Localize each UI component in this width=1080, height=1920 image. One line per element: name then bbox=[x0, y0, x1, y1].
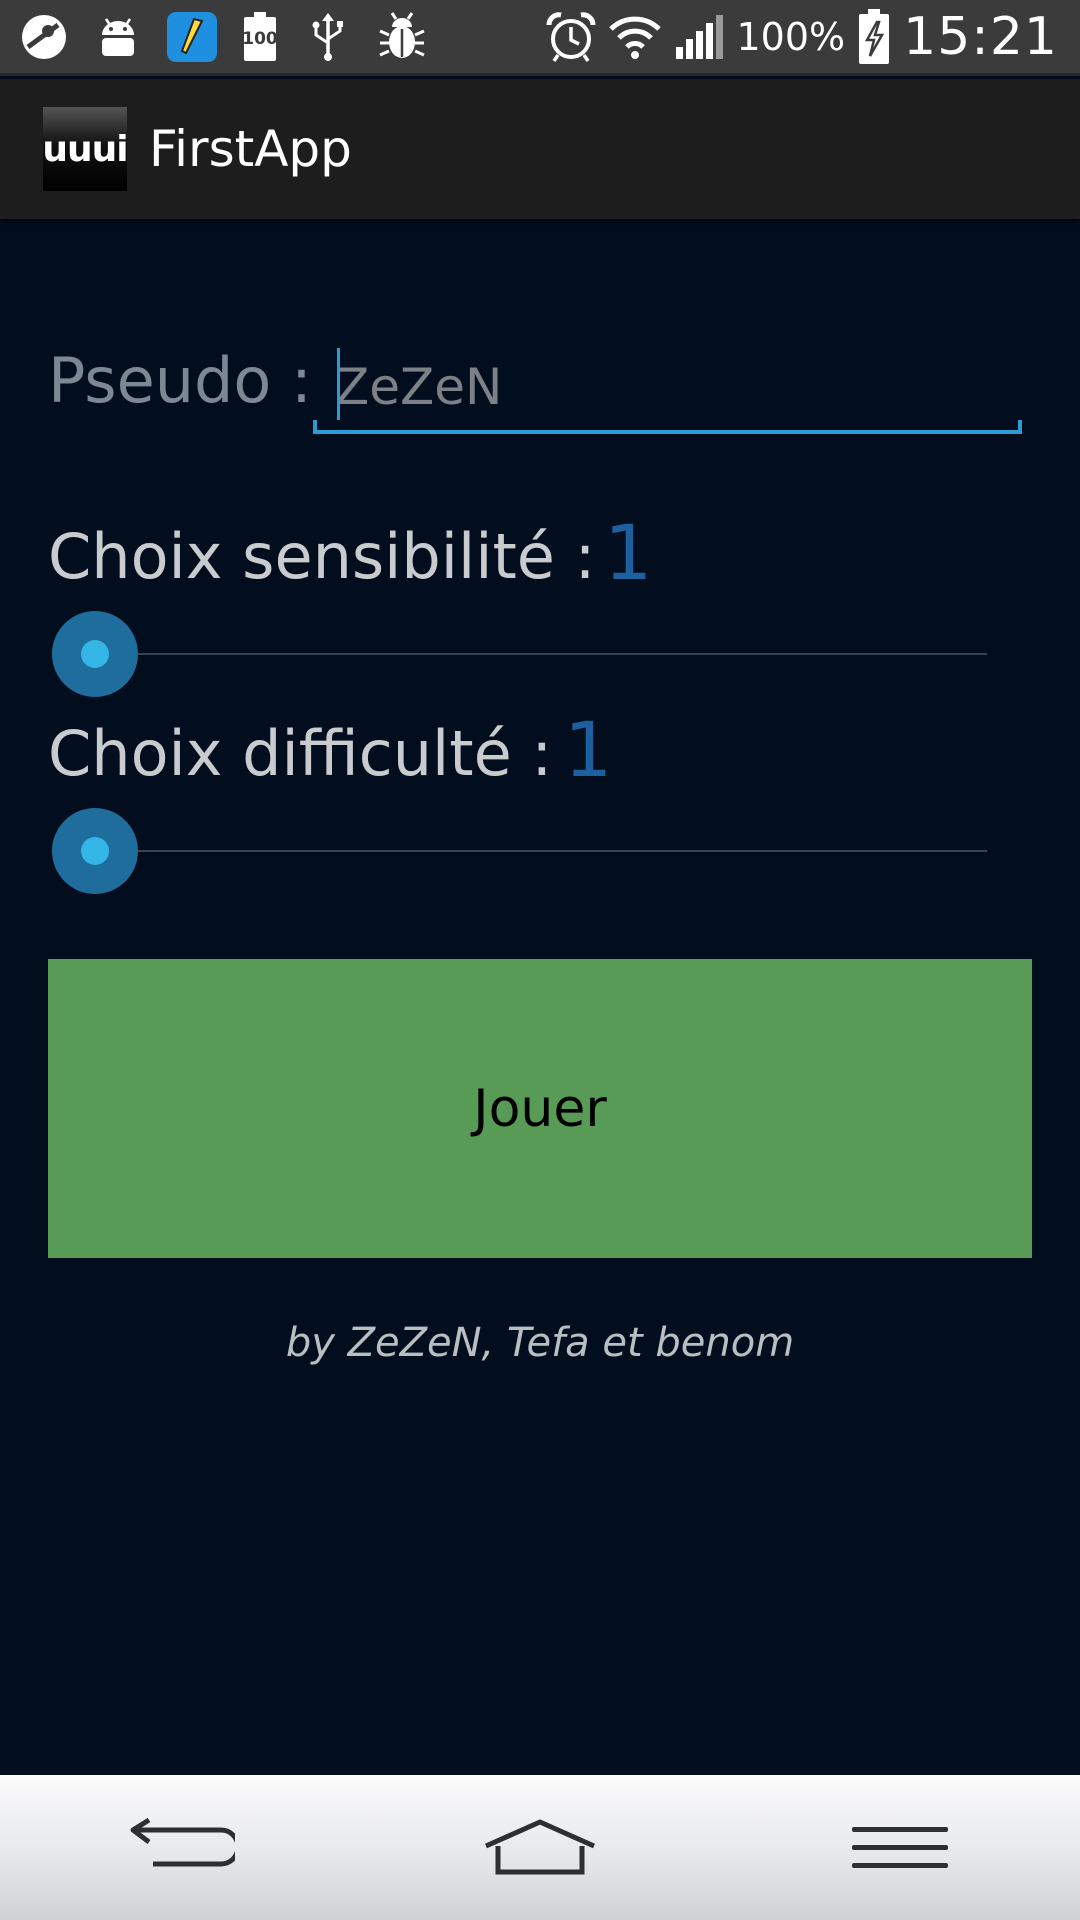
sketch-app-icon bbox=[167, 11, 217, 62]
battery-100-icon: 100 bbox=[240, 11, 280, 63]
credits-text: by ZeZeN, Tefa et benom bbox=[285, 1320, 795, 1366]
home-icon bbox=[484, 1819, 596, 1874]
cell-signal-icon bbox=[675, 14, 723, 59]
app-logo-text: uuui bbox=[42, 128, 128, 170]
clock-time: 15:21 bbox=[903, 6, 1058, 67]
alarm-clock-icon bbox=[546, 11, 595, 62]
pseudo-input[interactable] bbox=[335, 352, 995, 422]
battery-widget-text: 100 bbox=[242, 28, 278, 49]
sensitivity-seekbar[interactable] bbox=[52, 609, 987, 699]
back-icon bbox=[130, 1817, 235, 1866]
pseudo-field[interactable] bbox=[313, 340, 1022, 434]
seekbar-thumb-center bbox=[81, 837, 109, 865]
home-button[interactable] bbox=[470, 1798, 610, 1898]
android-icon bbox=[102, 17, 134, 56]
usb-icon bbox=[312, 12, 343, 61]
battery-charging-icon bbox=[859, 8, 890, 64]
seekbar-track bbox=[92, 850, 987, 852]
system-status: 100% 15:21 bbox=[533, 0, 1059, 73]
status-bar: 100 100% 15:21 bbox=[0, 0, 1080, 76]
battery-percent: 100% bbox=[736, 14, 846, 59]
menu-icon bbox=[852, 1826, 948, 1868]
sensitivity-label: Choix sensibilité : bbox=[48, 520, 596, 593]
sensitivity-value: 1 bbox=[604, 508, 653, 597]
field-underline-left-tick bbox=[313, 420, 317, 434]
web-browser-icon bbox=[22, 14, 66, 59]
pseudo-label: Pseudo : bbox=[48, 344, 312, 417]
app-logo[interactable]: uuui bbox=[42, 107, 129, 191]
field-underline bbox=[313, 430, 1022, 434]
action-bar: uuui FirstApp bbox=[0, 79, 1080, 219]
back-button[interactable] bbox=[110, 1798, 250, 1898]
play-button[interactable]: Jouer bbox=[48, 959, 1032, 1258]
seekbar-thumb-center bbox=[81, 640, 109, 668]
text-cursor bbox=[337, 348, 340, 420]
field-underline-right-tick bbox=[1018, 420, 1022, 434]
notification-icons: 100 bbox=[18, 0, 450, 73]
app-title: FirstApp bbox=[149, 120, 352, 178]
seekbar-track bbox=[92, 653, 987, 655]
menu-button[interactable] bbox=[830, 1798, 970, 1898]
difficulty-label: Choix difficulté : bbox=[48, 717, 553, 790]
difficulty-value: 1 bbox=[564, 705, 613, 794]
difficulty-seekbar[interactable] bbox=[52, 806, 987, 896]
wifi-icon bbox=[608, 16, 661, 59]
debug-bug-icon bbox=[379, 11, 425, 58]
navigation-bar bbox=[0, 1775, 1080, 1920]
